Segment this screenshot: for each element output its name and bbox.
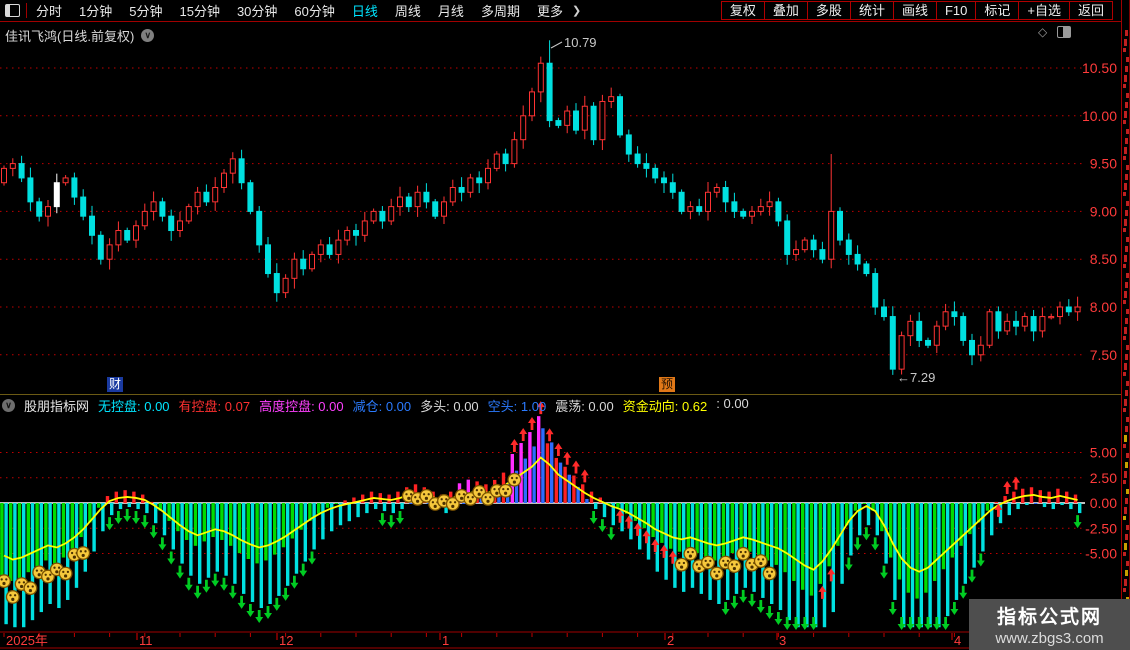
svg-text:10.00: 10.00 bbox=[1082, 108, 1117, 124]
watermark: 指标公式网 www.zbgs3.com bbox=[969, 599, 1130, 650]
svg-text:1: 1 bbox=[442, 633, 449, 648]
period-tab-分时[interactable]: 分时 bbox=[36, 1, 62, 20]
main-chart-canvas[interactable]: 10.50 10.00 9.50 9.00 8.50 8.00 7.50 5.00 2.50 0.… bbox=[0, 0, 1130, 650]
split-window-icon[interactable] bbox=[1057, 26, 1072, 38]
indicator-field-0: 股朋指标网 bbox=[24, 399, 90, 414]
indicator-chevron-icon[interactable]: ∨ bbox=[2, 399, 15, 412]
toolbar-button-多股[interactable]: 多股 bbox=[807, 1, 851, 20]
layout-pane-icon[interactable] bbox=[5, 4, 20, 17]
watermark-url: www.zbgs3.com bbox=[995, 630, 1104, 647]
toolbar-divider bbox=[26, 3, 27, 18]
toolbar-button-画线[interactable]: 画线 bbox=[893, 1, 937, 20]
period-tab-60分钟[interactable]: 60分钟 bbox=[294, 1, 334, 20]
svg-text:5.00: 5.00 bbox=[1090, 445, 1117, 461]
svg-text:11: 11 bbox=[139, 633, 153, 648]
period-tab-月线[interactable]: 月线 bbox=[438, 1, 464, 20]
svg-text:10.50: 10.50 bbox=[1082, 60, 1117, 76]
svg-text:2: 2 bbox=[667, 633, 674, 648]
period-tab-15分钟[interactable]: 15分钟 bbox=[179, 1, 219, 20]
svg-text:3: 3 bbox=[779, 633, 786, 648]
watermark-site-name: 指标公式网 bbox=[996, 607, 1102, 628]
symbol-title: 佳讯飞鸿(日线.前复权) bbox=[5, 29, 135, 44]
period-tab-30分钟[interactable]: 30分钟 bbox=[237, 1, 277, 20]
top-toolbar: 分时 1分钟 5分钟 15分钟 30分钟 60分钟 日线 周线 月线 多周期 更多 ❯ 复权 叠加 多股统… bbox=[0, 0, 1121, 22]
period-tab-更多[interactable]: 更多 bbox=[537, 1, 563, 20]
indicator-fields: 股朋指标网 无控盘: 0.00 有控盘: 0.07 高度控盘: 0.00 减仓: 0.0… bbox=[24, 396, 749, 415]
toolbar-button-复权[interactable]: 复权 bbox=[720, 1, 765, 20]
indicator-field-4: 减仓: 0.00 bbox=[352, 399, 412, 414]
period-tab-多周期[interactable]: 多周期 bbox=[481, 1, 520, 20]
indicator-field-9: : 0.00 bbox=[716, 396, 749, 411]
diamond-icon[interactable]: ◇ bbox=[1038, 25, 1047, 39]
forecast-badge-yu[interactable]: 预 bbox=[659, 377, 676, 392]
svg-text:8.00: 8.00 bbox=[1090, 299, 1117, 315]
toolbar-button-标记[interactable]: 标记 bbox=[976, 1, 1020, 20]
right-split-divider[interactable] bbox=[1121, 0, 1122, 650]
chevron-down-icon[interactable]: ∨ bbox=[141, 29, 155, 42]
period-tab-周线[interactable]: 周线 bbox=[395, 1, 421, 20]
chart-titlebar: 佳讯飞鸿(日线.前复权) ∨ bbox=[5, 26, 155, 45]
svg-text:7.50: 7.50 bbox=[1090, 347, 1117, 363]
period-tab-1分钟[interactable]: 1分钟 bbox=[79, 1, 112, 20]
toolbar-button-统计[interactable]: 统计 bbox=[850, 1, 894, 20]
titlebar-icons: ◇ bbox=[1038, 25, 1072, 39]
indicator-field-8: 资金动向: 0.62 bbox=[622, 399, 708, 414]
svg-text:←7.29: ←7.29 bbox=[897, 370, 935, 385]
indicator-field-7: 震荡: 0.00 bbox=[555, 399, 614, 414]
svg-text:2.50: 2.50 bbox=[1090, 470, 1117, 486]
more-arrow-icon[interactable]: ❯ bbox=[572, 4, 581, 17]
toolbar-button-返回[interactable]: 返回 bbox=[1069, 1, 1113, 20]
toolbar-button-叠加[interactable]: 叠加 bbox=[764, 1, 808, 20]
news-badge-cai[interactable]: 财 bbox=[107, 377, 124, 392]
svg-text:0.00: 0.00 bbox=[1090, 495, 1117, 511]
indicator-header: ∨ 股朋指标网 无控盘: 0.00 有控盘: 0.07 高度控盘: 0.00 减仓: 0… bbox=[2, 396, 749, 415]
svg-text:9.50: 9.50 bbox=[1090, 156, 1117, 172]
indicator-field-3: 高度控盘: 0.00 bbox=[259, 399, 344, 414]
indicator-field-2: 有控盘: 0.07 bbox=[178, 399, 251, 414]
period-tab-日线[interactable]: 日线 bbox=[352, 1, 378, 20]
toolbar-button-+自选[interactable]: +自选 bbox=[1019, 1, 1070, 20]
svg-text:10.79: 10.79 bbox=[564, 35, 597, 50]
period-tab-5分钟[interactable]: 5分钟 bbox=[129, 1, 162, 20]
svg-text:8.50: 8.50 bbox=[1090, 251, 1117, 267]
panel-separator bbox=[0, 394, 1121, 395]
svg-text:12: 12 bbox=[279, 633, 293, 648]
period-tabs: 分时 1分钟 5分钟 15分钟 30分钟 60分钟 日线 周线 月线 多周期 更多 ❯ bbox=[36, 1, 581, 20]
svg-text:4: 4 bbox=[954, 633, 961, 648]
svg-text:9.00: 9.00 bbox=[1090, 203, 1117, 219]
svg-text:-5.00: -5.00 bbox=[1085, 546, 1117, 562]
svg-text:-2.50: -2.50 bbox=[1085, 520, 1117, 536]
toolbar-buttons: 复权 叠加 多股 统计 画线 F10 标记 +自选 返回 bbox=[720, 1, 1113, 20]
app-window: 10.50 10.00 9.50 9.00 8.50 8.00 7.50 5.00 2.50 0.… bbox=[0, 0, 1130, 650]
indicator-field-1: 无控盘: 0.00 bbox=[98, 399, 170, 414]
svg-text:2025年: 2025年 bbox=[6, 633, 48, 648]
indicator-field-6: 空头: 1.00 bbox=[487, 399, 547, 414]
indicator-field-5: 多头: 0.00 bbox=[420, 399, 479, 414]
toolbar-button-F10[interactable]: F10 bbox=[936, 1, 977, 20]
